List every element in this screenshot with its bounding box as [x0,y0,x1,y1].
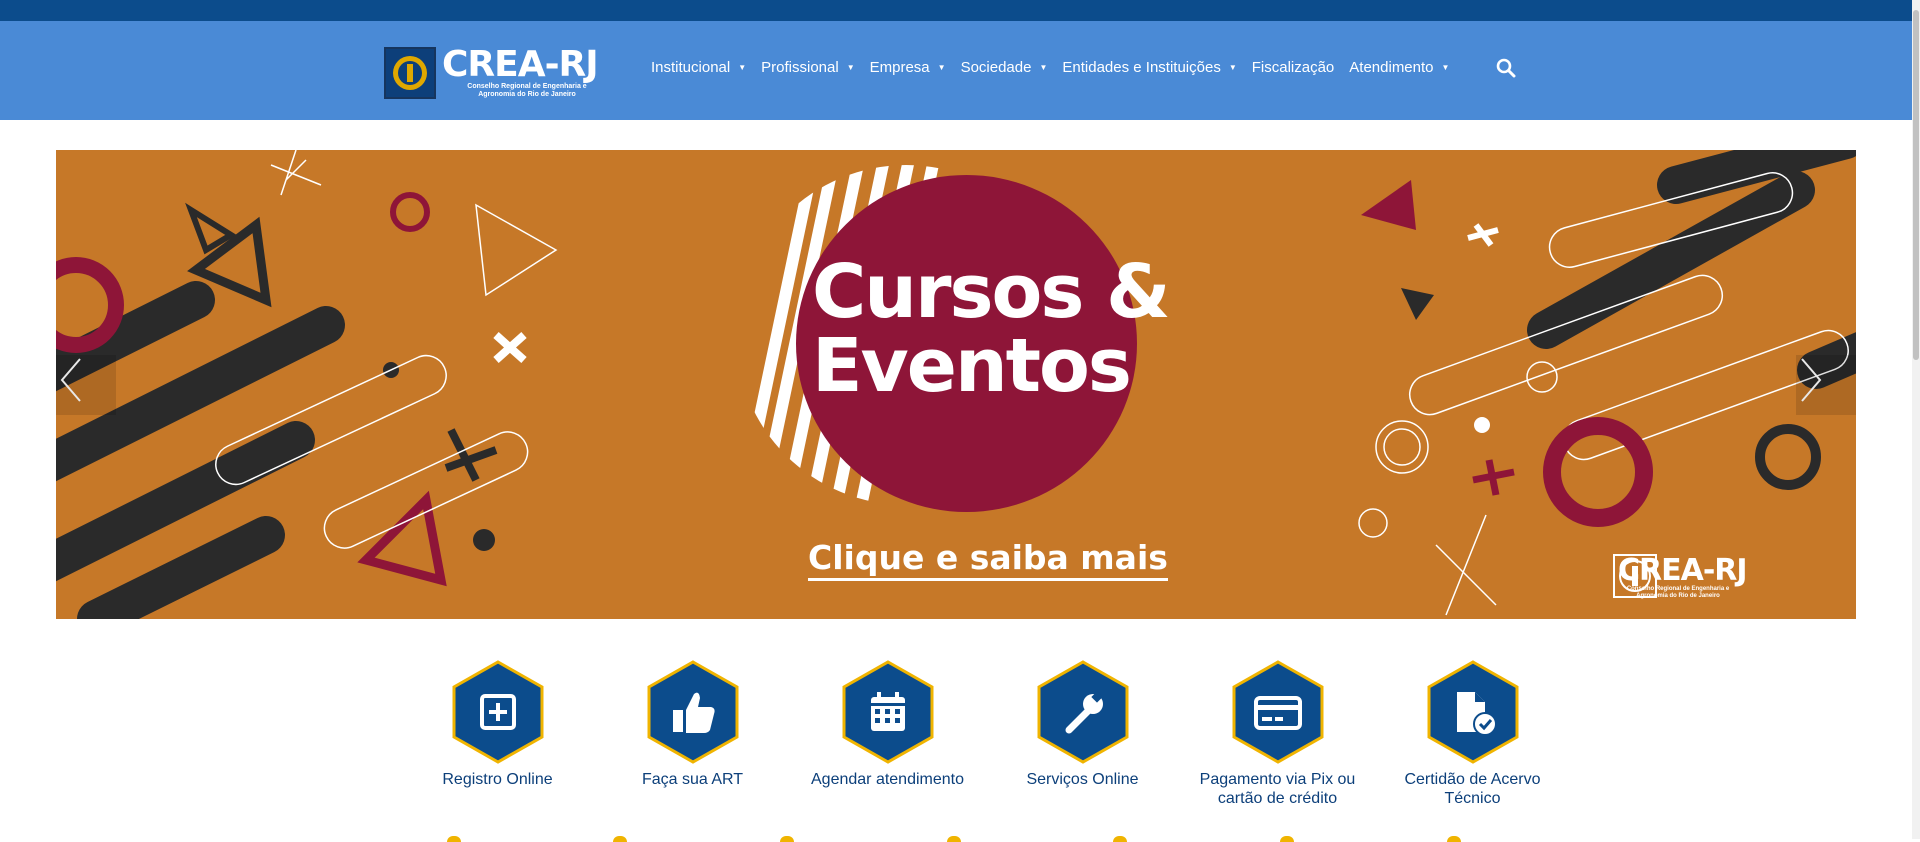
shortcut-label: Pagamento via Pix ou cartão de crédito [1199,771,1356,807]
banner-title: Cursos & Eventos [812,249,1171,409]
next-row-hex-top [1113,836,1127,842]
shortcut-label: Agendar atendimento [811,771,964,788]
wrench-icon [1037,660,1128,764]
scrollbar-thumb[interactable] [1913,10,1919,360]
shortcut-label: Faça sua ART [641,771,744,788]
shortcut-certidao-acervo[interactable]: Certidão de Acervo Técnico [1375,660,1570,808]
main-nav: Institucional ▼ Profissional ▼ Empresa ▼ So… [651,56,1464,78]
nav-item-atendimento[interactable]: Atendimento ▼ [1349,59,1449,76]
nav-item-fiscalizacao[interactable]: Fiscalização [1252,59,1335,76]
shortcut-pagamento[interactable]: Pagamento via Pix ou cartão de crédito [1180,660,1375,808]
caret-down-icon: ▼ [738,62,747,72]
nav-item-empresa[interactable]: Empresa ▼ [870,59,946,76]
search-icon[interactable] [1496,58,1516,78]
shortcut-label: Registro Online [442,771,553,788]
caret-down-icon: ▼ [1039,62,1048,72]
crea-emblem-icon [1613,554,1657,598]
caret-down-icon: ▼ [1228,62,1237,72]
caret-down-icon: ▼ [1441,62,1450,72]
shortcut-registro-online[interactable]: Registro Online [400,660,595,789]
nav-item-institucional[interactable]: Institucional ▼ [651,59,746,76]
quick-access-shortcuts: Registro Online Faça sua ART Agendar ate… [400,660,1560,839]
hero-banner[interactable]: Cursos & Eventos Clique e saiba mais CRE… [56,150,1856,619]
next-row-hex-top [1280,836,1294,842]
banner-cta-link[interactable]: Clique e saiba mais [808,538,1168,581]
slider-next-button[interactable] [1796,355,1856,415]
shortcut-agendar-atendimento[interactable]: Agendar atendimento [790,660,985,789]
nav-item-sociedade[interactable]: Sociedade ▼ [961,59,1048,76]
next-row-hex-top [613,836,627,842]
next-row-hex-top [1447,836,1461,842]
next-row-hex-top [447,836,461,842]
top-bar [0,0,1912,21]
next-row-hex-top [780,836,794,842]
chevron-right-icon [1801,358,1822,402]
caret-down-icon: ▼ [937,62,946,72]
slider-prev-button[interactable] [56,355,116,415]
shortcut-label: Certidão de Acervo Técnico [1404,771,1541,807]
credit-card-icon [1232,660,1323,764]
plus-square-icon [452,660,543,764]
banner-logo: CREA-RJ Conselho Regional de Engenharia … [1612,553,1822,603]
next-row-hex-top [947,836,961,842]
nav-item-profissional[interactable]: Profissional ▼ [761,59,854,76]
thumbs-up-icon [647,660,738,764]
page-scrollbar[interactable] [1912,0,1920,839]
shortcut-label: Serviços Online [1026,771,1139,788]
nav-item-entidades[interactable]: Entidades e Instituições ▼ [1062,59,1236,76]
logo-name: CREA-RJ [442,44,599,85]
site-logo[interactable]: CREA-RJ Conselho Regional de Engenharia … [384,45,624,101]
crea-emblem-icon [384,47,436,99]
caret-down-icon: ▼ [846,62,855,72]
calendar-icon [842,660,933,764]
shortcut-faca-sua-art[interactable]: Faça sua ART [595,660,790,789]
chevron-left-icon [60,358,81,402]
file-check-icon [1427,660,1518,764]
shortcut-servicos-online[interactable]: Serviços Online [985,660,1180,789]
logo-subtitle: Conselho Regional de Engenharia e Agrono… [467,83,587,98]
